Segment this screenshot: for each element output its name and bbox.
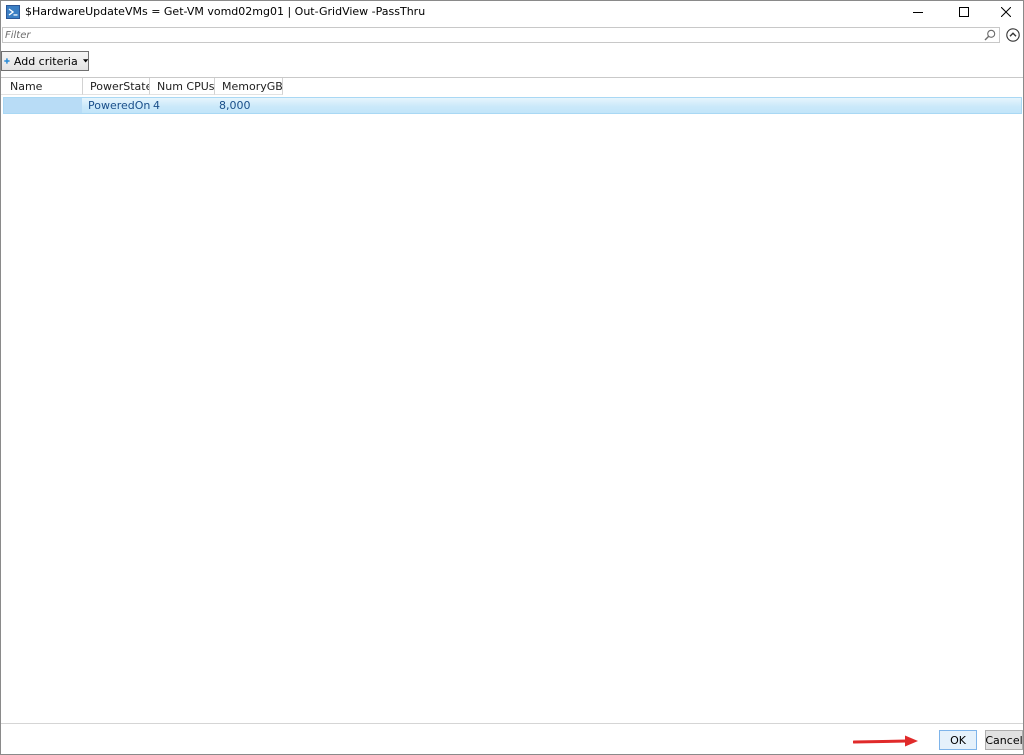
close-button[interactable] xyxy=(986,1,1024,23)
column-header-memorygb[interactable]: MemoryGB xyxy=(215,78,283,95)
table-row[interactable]: PoweredOn 4 8,000 xyxy=(3,97,1022,114)
cell-name-redacted xyxy=(4,98,82,113)
maximize-icon xyxy=(959,7,969,17)
search-icon[interactable] xyxy=(984,29,996,41)
title-bar: $HardwareUpdateVMs = Get-VM vomd02mg01 |… xyxy=(1,1,1023,25)
bottom-divider xyxy=(1,723,1023,724)
column-header-name[interactable]: Name xyxy=(1,78,83,95)
dropdown-arrow-icon xyxy=(82,59,88,63)
results-grid: Name PowerState Num CPUs MemoryGB Powere… xyxy=(1,77,1023,724)
ok-button[interactable]: OK xyxy=(939,730,977,750)
cell-powerstate: PoweredOn xyxy=(88,99,150,112)
close-icon xyxy=(1001,7,1011,17)
filter-input[interactable] xyxy=(5,28,975,42)
cancel-button[interactable]: Cancel xyxy=(985,730,1023,750)
powershell-icon xyxy=(6,5,20,19)
add-criteria-button[interactable]: Add criteria xyxy=(1,51,89,71)
chevron-up-circle-icon[interactable] xyxy=(1006,28,1020,42)
window-title: $HardwareUpdateVMs = Get-VM vomd02mg01 |… xyxy=(25,5,426,18)
add-criteria-label: Add criteria xyxy=(13,54,78,68)
cell-memorygb: 8,000 xyxy=(219,99,251,112)
criteria-toolbar: Add criteria xyxy=(1,45,1023,75)
column-header-powerstate[interactable]: PowerState xyxy=(83,78,150,95)
red-arrow-annotation-icon xyxy=(853,735,918,747)
minimize-icon xyxy=(913,12,923,13)
column-header-num-cpus[interactable]: Num CPUs xyxy=(150,78,215,95)
cell-num-cpus: 4 xyxy=(153,99,160,112)
minimize-button[interactable] xyxy=(898,1,938,23)
filter-box xyxy=(2,27,1000,43)
maximize-button[interactable] xyxy=(944,1,984,23)
plus-icon xyxy=(4,58,10,64)
out-gridview-window: $HardwareUpdateVMs = Get-VM vomd02mg01 |… xyxy=(0,0,1024,755)
grid-header: Name PowerState Num CPUs MemoryGB xyxy=(1,78,283,95)
